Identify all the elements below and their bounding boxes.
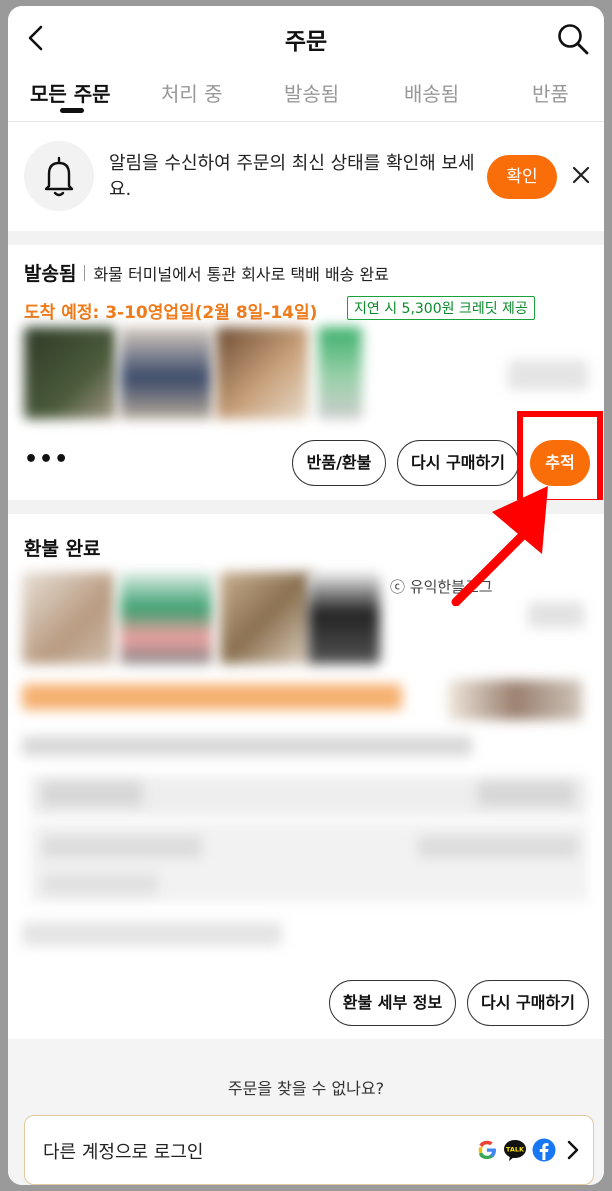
blurred-detail xyxy=(42,874,158,894)
cant-find-order-text: 주문을 찾을 수 없나요? xyxy=(227,1079,385,1098)
section-divider xyxy=(8,231,604,245)
header: 주문 xyxy=(8,6,604,68)
page-title: 주문 xyxy=(284,29,328,55)
login-other-account-label: 다른 계정으로 로그인 xyxy=(43,1142,204,1163)
blurred-detail xyxy=(418,836,578,858)
annotation-arrow-icon xyxy=(451,486,548,606)
blurred-detail xyxy=(478,782,574,806)
active-tab-indicator xyxy=(60,108,84,113)
notification-text: 알림을 수신하여 주문의 최신 상태를 확인해 보세요. xyxy=(109,153,475,200)
product-thumbnail[interactable] xyxy=(120,327,212,419)
product-thumbnail[interactable] xyxy=(220,572,312,664)
order-status-desc: 화물 터미널에서 통관 회사로 택배 배송 완료 xyxy=(93,265,389,284)
product-thumbnail[interactable] xyxy=(22,572,114,664)
order-status-line: 발송됨 화물 터미널에서 통관 회사로 택배 배송 완료 xyxy=(24,259,389,286)
blurred-detail xyxy=(42,836,202,858)
blurred-detail xyxy=(22,684,402,710)
tab-shipped[interactable]: 발송됨 xyxy=(284,78,339,107)
buy-again-button[interactable]: 다시 구매하기 xyxy=(467,980,589,1026)
return-refund-button[interactable]: 반품/환불 xyxy=(292,440,386,486)
close-icon[interactable] xyxy=(571,165,591,185)
status-divider xyxy=(84,265,86,281)
bell-icon xyxy=(24,141,94,211)
blurred-detail xyxy=(22,736,472,756)
tab-delivered[interactable]: 배송됨 xyxy=(404,78,459,107)
more-options-button[interactable]: ••• xyxy=(24,447,69,472)
svg-text:TALK: TALK xyxy=(506,1146,525,1154)
tab-returns[interactable]: 반품 xyxy=(532,78,569,107)
blurred-detail xyxy=(22,922,282,946)
order-status: 발송됨 xyxy=(24,263,77,285)
delivery-eta: 도착 예정: 3-10영업일(2월 8일-14일) xyxy=(24,303,318,323)
tab-all-orders[interactable]: 모든 주문 xyxy=(30,78,111,107)
app-window: 주문 모든 주문 처리 중 발송됨 배송됨 반품 알림을 수신하여 주문의 최신… xyxy=(8,6,604,1185)
google-icon xyxy=(478,1140,496,1159)
notification-banner: 알림을 수신하여 주문의 최신 상태를 확인해 보세요. 확인 xyxy=(8,123,604,231)
product-thumbnail[interactable] xyxy=(308,572,380,664)
tab-processing[interactable]: 처리 중 xyxy=(161,78,223,107)
facebook-icon xyxy=(532,1138,556,1162)
order-card-shipped: 발송됨 화물 터미널에서 통관 회사로 택배 배송 완료 도착 예정: 3-10영… xyxy=(8,245,604,500)
kakaotalk-icon: TALK xyxy=(504,1140,526,1161)
confirm-button[interactable]: 확인 xyxy=(487,155,557,199)
product-thumbnail[interactable] xyxy=(318,327,362,419)
footer: 주문을 찾을 수 없나요? 다른 계정으로 로그인 TALK xyxy=(8,1039,604,1185)
order-tabs: 모든 주문 처리 중 발송됨 배송됨 반품 xyxy=(8,68,604,122)
blurred-detail xyxy=(448,680,582,720)
order-total-blurred xyxy=(508,360,588,390)
search-icon[interactable] xyxy=(556,22,590,56)
refund-details-button[interactable]: 환불 세부 정보 xyxy=(329,980,456,1026)
product-thumbnail[interactable] xyxy=(24,327,116,419)
chevron-right-icon xyxy=(567,1140,579,1160)
order-status: 환불 완료 xyxy=(24,538,101,560)
product-thumbnail[interactable] xyxy=(120,572,212,664)
product-thumbnail[interactable] xyxy=(216,327,308,419)
blurred-detail xyxy=(42,782,142,806)
login-other-account[interactable]: 다른 계정으로 로그인 TALK xyxy=(24,1115,594,1185)
delay-credit-badge: 지연 시 5,300원 크레딧 제공 xyxy=(347,296,535,320)
